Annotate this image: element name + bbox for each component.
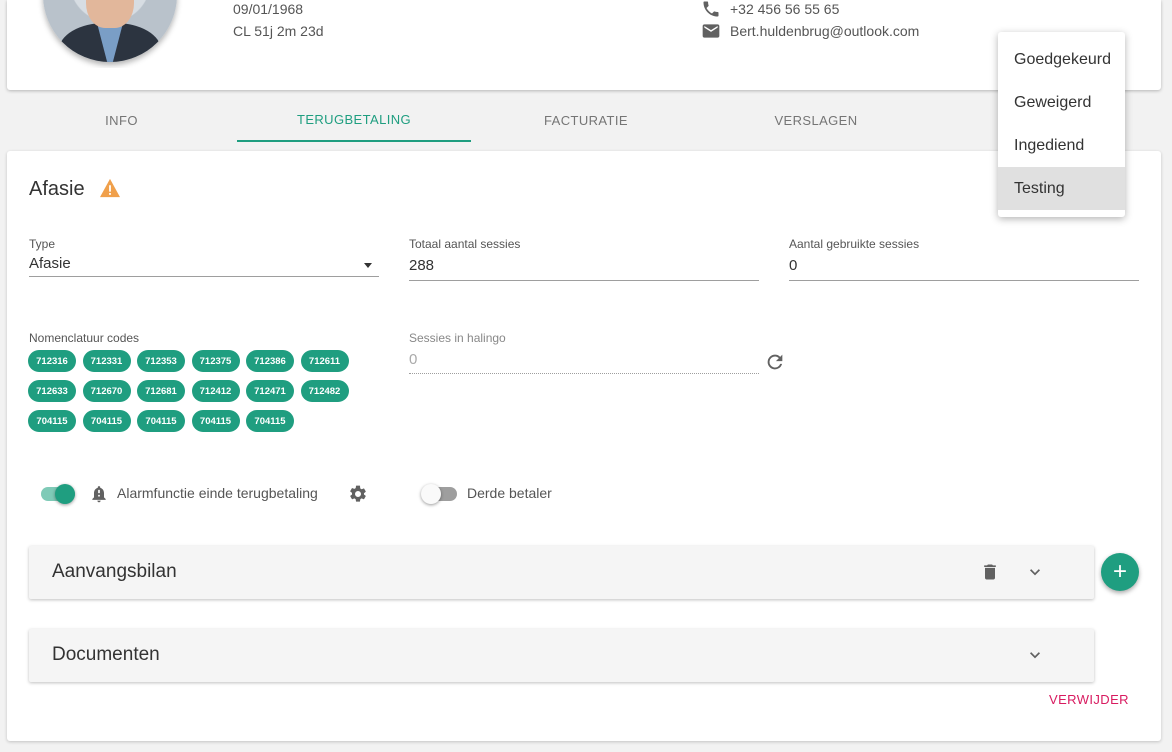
code-chip[interactable]: 712681 <box>137 380 185 402</box>
total-sessions-input[interactable]: 288 <box>409 257 434 274</box>
initial-report-title: Aanvangsbilan <box>52 561 177 582</box>
tab-terugbetaling[interactable]: TERUGBETALING <box>237 98 471 142</box>
menu-item-ingediend[interactable]: Ingediend <box>998 124 1125 167</box>
email-address: Bert.huldenbrug@outlook.com <box>730 23 920 39</box>
code-chip[interactable]: 704115 <box>137 410 185 432</box>
code-chip[interactable]: 712670 <box>82 380 131 402</box>
phone-icon <box>703 1 719 17</box>
phone-number: +32 456 56 55 65 <box>730 1 840 17</box>
type-label: Type <box>29 237 56 251</box>
reimbursement-card: Afasie Type Afasie Totaal aantal sessies… <box>7 151 1161 741</box>
third-party-toggle-label: Derde betaler <box>467 485 552 501</box>
refresh-icon[interactable] <box>764 351 786 373</box>
status-menu: Goedgekeurd Geweigerd Ingediend Testing <box>998 32 1125 217</box>
used-sessions-underline <box>789 280 1139 281</box>
alarm-toggle-label: Alarmfunctie einde terugbetaling <box>117 485 318 501</box>
halingo-sessions-underline <box>409 373 759 374</box>
dropdown-arrow-icon[interactable] <box>364 263 372 268</box>
patient-header-card: 09/01/1968 CL 51j 2m 23d +32 456 56 55 6… <box>7 0 1161 90</box>
nomenclature-label: Nomenclatuur codes <box>29 331 140 345</box>
chevron-down-icon[interactable] <box>1025 645 1045 665</box>
patient-age: CL 51j 2m 23d <box>233 23 324 39</box>
code-chip[interactable]: 712633 <box>28 380 76 402</box>
documents-panel[interactable]: Documenten <box>29 629 1094 682</box>
tab-verslagen[interactable]: VERSLAGEN <box>702 98 930 142</box>
halingo-sessions-value: 0 <box>409 351 418 368</box>
avatar <box>35 0 185 68</box>
remove-button[interactable]: VERWIJDER <box>1049 692 1129 707</box>
total-sessions-underline <box>409 280 759 281</box>
code-chip[interactable]: 704115 <box>28 410 76 432</box>
code-chip[interactable]: 704115 <box>82 410 131 432</box>
chevron-down-icon[interactable] <box>1025 562 1045 582</box>
type-select-underline <box>29 276 379 277</box>
code-chip[interactable]: 712471 <box>246 380 294 402</box>
total-sessions-label: Totaal aantal sessies <box>409 237 521 251</box>
trash-icon[interactable] <box>980 562 1000 582</box>
documents-title: Documenten <box>52 644 160 665</box>
third-party-toggle[interactable] <box>421 484 457 504</box>
code-chip[interactable]: 712375 <box>191 350 240 372</box>
code-chip[interactable]: 712482 <box>300 380 349 402</box>
nomenclature-chips: 712316 712331 712353 712375 712386 71261… <box>28 350 368 440</box>
code-chip[interactable]: 712386 <box>246 350 294 372</box>
section-title: Afasie <box>29 178 85 200</box>
halingo-sessions-label: Sessies in halingo <box>409 331 506 345</box>
code-chip[interactable]: 704115 <box>191 410 240 432</box>
code-chip[interactable]: 712611 <box>300 350 349 372</box>
mail-icon <box>702 24 720 38</box>
used-sessions-label: Aantal gebruikte sessies <box>789 237 920 251</box>
code-chip[interactable]: 712353 <box>137 350 185 372</box>
code-chip[interactable]: 704115 <box>246 410 294 432</box>
birthdate: 09/01/1968 <box>233 1 304 17</box>
bell-alert-icon <box>92 486 106 503</box>
menu-item-goedgekeurd[interactable]: Goedgekeurd <box>998 38 1125 81</box>
type-select-value[interactable]: Afasie <box>29 255 71 272</box>
tab-bar: INFO TERUGBETALING FACTURATIE VERSLAGEN <box>7 98 1161 142</box>
initial-report-panel[interactable]: Aanvangsbilan <box>29 546 1094 599</box>
gear-icon[interactable] <box>348 484 368 504</box>
code-chip[interactable]: 712412 <box>191 380 240 402</box>
tab-info[interactable]: INFO <box>7 98 236 142</box>
code-chip[interactable]: 712316 <box>28 350 76 372</box>
code-chip[interactable]: 712331 <box>82 350 131 372</box>
menu-item-geweigerd[interactable]: Geweigerd <box>998 81 1125 124</box>
email-row: Bert.huldenbrug@outlook.com <box>701 21 919 41</box>
tab-facturatie[interactable]: FACTURATIE <box>470 98 702 142</box>
phone-row: +32 456 56 55 65 <box>701 0 839 19</box>
warning-icon <box>100 178 120 198</box>
used-sessions-input[interactable]: 0 <box>789 257 797 274</box>
add-button[interactable]: + <box>1101 553 1139 591</box>
alarm-toggle[interactable] <box>41 484 75 504</box>
menu-item-testing[interactable]: Testing <box>998 167 1125 210</box>
